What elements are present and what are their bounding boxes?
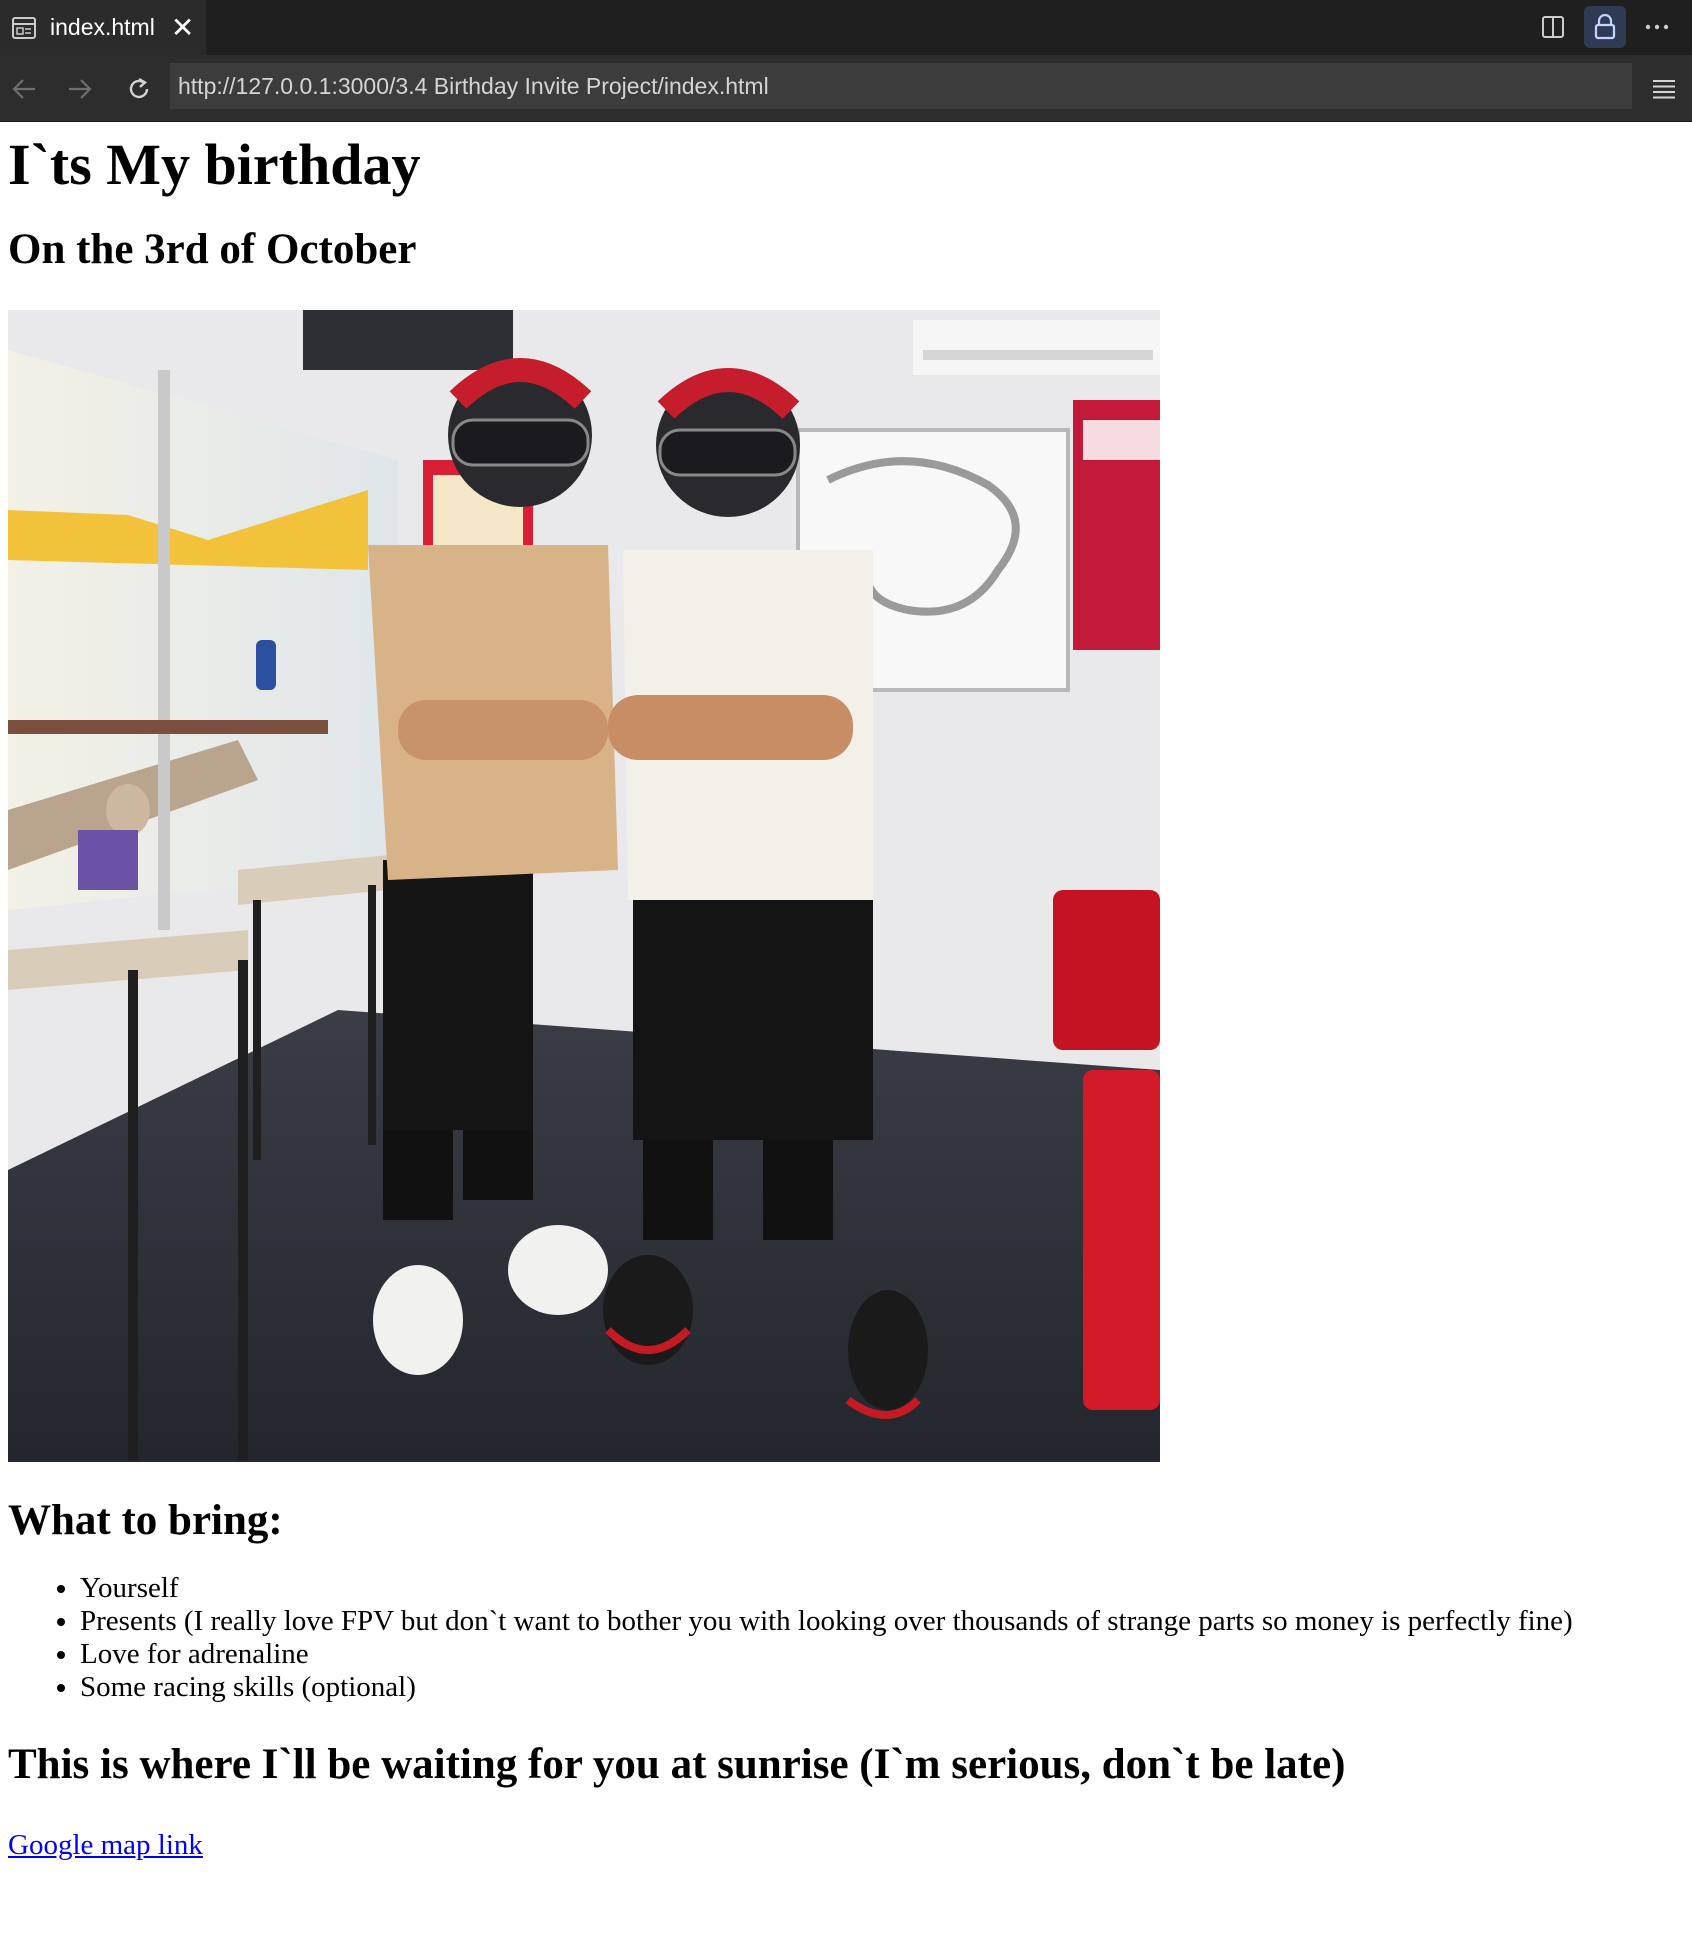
list-item: Presents (I really love FPV but don`t wa… bbox=[80, 1605, 1684, 1638]
bring-list: Yourself Presents (I really love FPV but… bbox=[8, 1572, 1684, 1704]
list-item: Yourself bbox=[80, 1572, 1684, 1605]
back-icon[interactable] bbox=[4, 69, 44, 109]
page-title: I`ts My birthday bbox=[8, 132, 421, 197]
tab-actions bbox=[1532, 6, 1678, 48]
forward-icon[interactable] bbox=[60, 69, 100, 109]
event-date: On the 3rd of October bbox=[8, 225, 417, 273]
menu-icon[interactable] bbox=[1644, 69, 1684, 109]
navigation-bar: http://127.0.0.1:3000/3.4 Birthday Invit… bbox=[0, 55, 1692, 122]
lock-icon[interactable] bbox=[1584, 6, 1626, 48]
more-icon[interactable] bbox=[1636, 6, 1678, 48]
list-item: Some racing skills (optional) bbox=[80, 1671, 1684, 1704]
close-icon[interactable]: ✕ bbox=[171, 13, 194, 42]
file-icon bbox=[12, 16, 38, 40]
google-map-link[interactable]: Google map link bbox=[8, 1829, 203, 1862]
tab-index-html[interactable]: index.html ✕ bbox=[0, 0, 206, 55]
page-content: I`ts My birthday On the 3rd of October W… bbox=[0, 122, 1692, 1862]
bring-heading: What to bring: bbox=[8, 1497, 283, 1545]
tab-bar: index.html ✕ bbox=[0, 0, 1692, 55]
tab-title: index.html bbox=[50, 14, 155, 40]
reload-icon[interactable] bbox=[119, 69, 159, 109]
location-heading: This is where I`ll be waiting for you at… bbox=[8, 1740, 1346, 1788]
list-item: Love for adrenaline bbox=[80, 1638, 1684, 1671]
birthday-photo bbox=[8, 310, 1160, 1463]
split-view-icon[interactable] bbox=[1532, 6, 1574, 48]
address-bar[interactable]: http://127.0.0.1:3000/3.4 Birthday Invit… bbox=[170, 63, 1632, 109]
